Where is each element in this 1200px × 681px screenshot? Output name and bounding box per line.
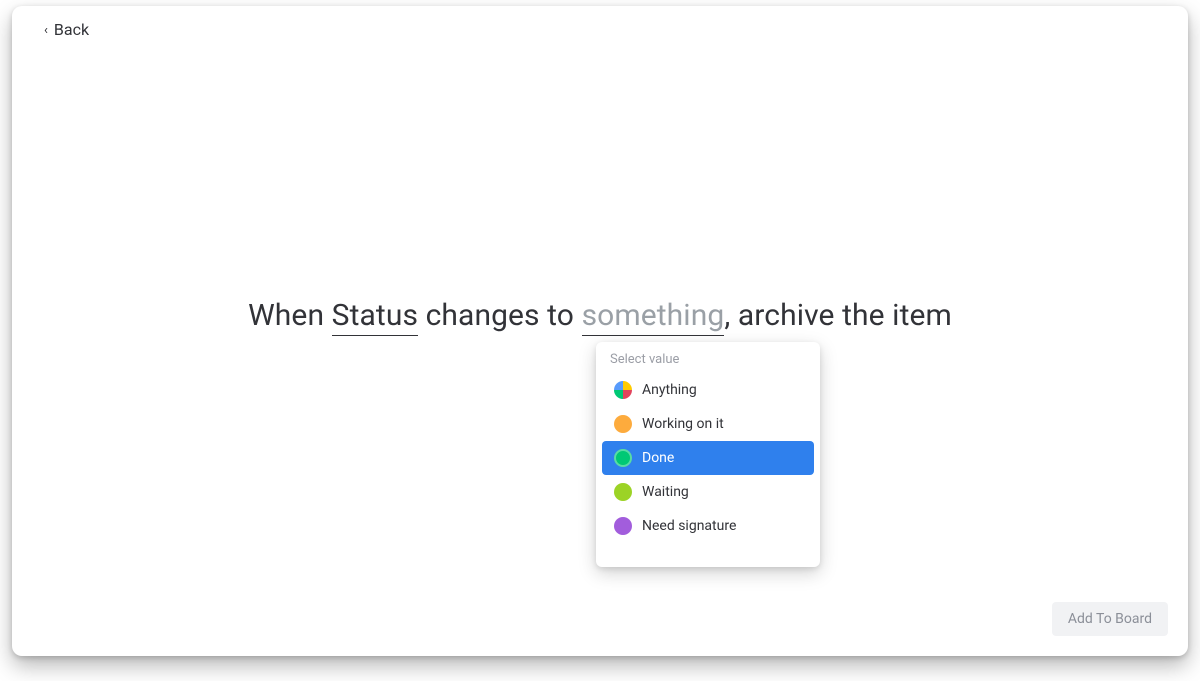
chevron-left-icon: ‹ bbox=[44, 24, 48, 37]
status-token[interactable]: Status bbox=[332, 298, 418, 336]
dropdown-option[interactable]: Done bbox=[602, 441, 814, 475]
status-color-icon bbox=[614, 517, 632, 535]
modal-frame: ‹ Back When Status changes to something,… bbox=[12, 6, 1188, 656]
automation-sentence: When Status changes to something, archiv… bbox=[12, 298, 1188, 336]
dropdown-option[interactable]: Need signature bbox=[602, 509, 814, 543]
dropdown-option-label: Waiting bbox=[642, 484, 689, 500]
sentence-suffix: , archive the item bbox=[724, 298, 952, 333]
value-dropdown[interactable]: Select value Anything Working on it Done Wa… bbox=[596, 342, 820, 567]
sentence-prefix: When bbox=[248, 298, 324, 333]
back-button[interactable]: ‹ Back bbox=[44, 20, 89, 39]
sentence-middle: changes to bbox=[426, 298, 574, 333]
value-token[interactable]: something bbox=[582, 298, 725, 336]
status-color-icon bbox=[614, 381, 632, 399]
status-color-icon bbox=[614, 449, 632, 467]
dropdown-title: Select value bbox=[596, 342, 820, 373]
back-label: Back bbox=[54, 20, 89, 39]
dropdown-option-label: Working on it bbox=[642, 416, 724, 432]
dropdown-option-label: Need signature bbox=[642, 518, 736, 534]
dropdown-option[interactable]: Working on it bbox=[602, 407, 814, 441]
dropdown-option[interactable]: Anything bbox=[602, 373, 814, 407]
status-color-icon bbox=[614, 415, 632, 433]
dropdown-option-label: Anything bbox=[642, 382, 697, 398]
add-to-board-button[interactable]: Add To Board bbox=[1052, 602, 1168, 636]
status-color-icon bbox=[614, 483, 632, 501]
dropdown-option[interactable]: Waiting bbox=[602, 475, 814, 509]
dropdown-option-label: Done bbox=[642, 450, 674, 466]
